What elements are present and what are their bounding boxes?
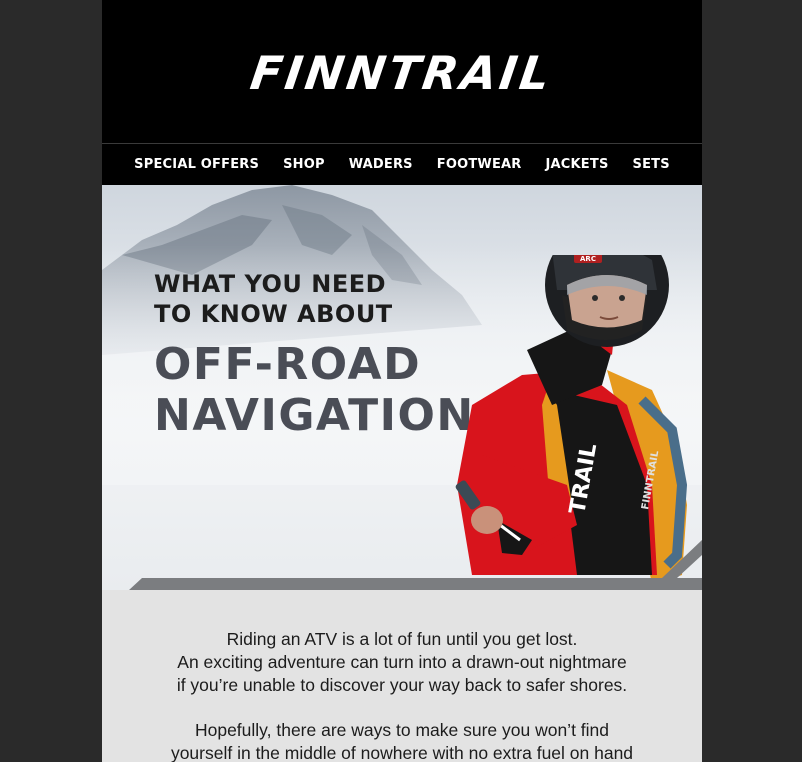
nav-special-offers[interactable]: SPECIAL OFFERS xyxy=(134,157,259,172)
intro-paragraph-2: Hopefully, there are ways to make sure y… xyxy=(170,720,634,762)
email-container: FINNTRAIL SPECIAL OFFERS SHOP WADERS FOO… xyxy=(102,0,702,762)
nav-waders[interactable]: WADERS xyxy=(349,157,413,172)
nav-footwear[interactable]: FOOTWEAR xyxy=(437,157,522,172)
nav-shop[interactable]: SHOP xyxy=(283,157,325,172)
intro-paragraph-1: Riding an ATV is a lot of fun until you … xyxy=(176,629,628,695)
helmet-logo-text: ARC xyxy=(580,255,596,263)
rider-illustration: ARC FINNTRAIL TRAIL xyxy=(455,255,688,585)
hero-banner[interactable]: WHAT YOU NEED TO KNOW ABOUT OFF-ROAD NAV… xyxy=(102,185,702,590)
main-nav: SPECIAL OFFERS SHOP WADERS FOOTWEAR JACK… xyxy=(102,144,702,185)
email-header: FINNTRAIL xyxy=(102,0,702,143)
article-intro: Riding an ATV is a lot of fun until you … xyxy=(102,628,702,762)
finntrail-logo[interactable]: FINNTRAIL xyxy=(248,46,557,100)
nav-sets[interactable]: SETS xyxy=(633,157,670,172)
nav-jackets[interactable]: JACKETS xyxy=(546,157,609,172)
